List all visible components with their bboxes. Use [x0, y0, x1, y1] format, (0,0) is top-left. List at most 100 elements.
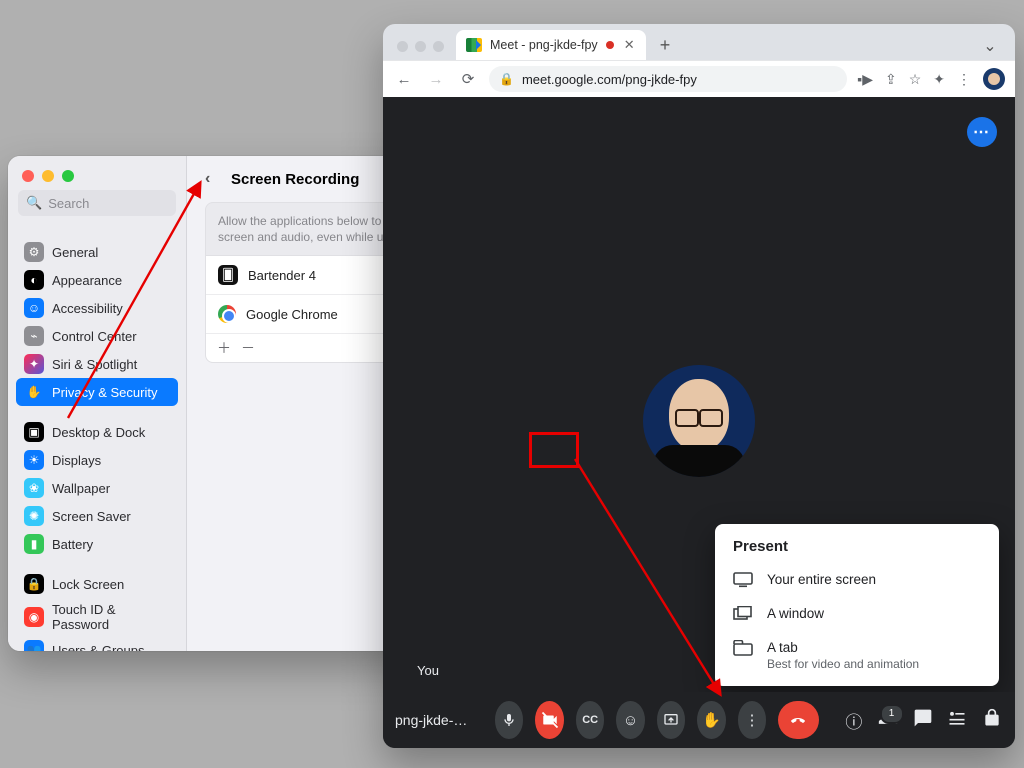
- tab-overflow-chevron-icon[interactable]: ⌄: [977, 36, 1003, 56]
- self-label: You: [417, 663, 439, 678]
- leave-call-button[interactable]: [778, 701, 818, 739]
- new-tab-button[interactable]: +: [652, 32, 678, 58]
- extensions-icon[interactable]: ✦: [933, 71, 945, 88]
- meet-favicon-icon: [466, 38, 482, 52]
- sidebar-item-label: Lock Screen: [52, 577, 124, 592]
- captions-button[interactable]: CC: [576, 701, 604, 739]
- sidebar-item-desktop-dock[interactable]: ▣Desktop & Dock: [16, 418, 178, 446]
- sidebar-item-users-groups[interactable]: 👥 Users & Groups: [16, 636, 178, 651]
- monitor-icon: [733, 572, 753, 588]
- activities-button[interactable]: [946, 708, 968, 733]
- settings-nav-list: ⚙︎General◐Appearance ☺ Accessibility ⌁Contr…: [8, 226, 186, 651]
- host-controls-button[interactable]: [980, 708, 1002, 733]
- close-tab-icon[interactable]: ✕: [624, 37, 635, 53]
- tab-strip: Meet - png-jkde-fpy ✕ + ⌄: [383, 24, 1015, 60]
- reactions-button[interactable]: ☺: [616, 701, 644, 739]
- sidebar-item-label: Privacy & Security: [52, 385, 157, 400]
- minimize-window[interactable]: [42, 170, 54, 182]
- sidebar-item-label: Touch ID & Password: [52, 602, 170, 632]
- more-options-pill[interactable]: ⋯: [967, 117, 997, 147]
- mic-toggle-button[interactable]: [495, 701, 523, 739]
- raise-hand-button[interactable]: ✋: [697, 701, 725, 739]
- present-option-label: A tab Best for video and animation: [767, 640, 919, 671]
- nav-forward-icon[interactable]: →: [425, 71, 447, 88]
- browser-tab[interactable]: Meet - png-jkde-fpy ✕: [456, 30, 646, 60]
- bartender-icon: 🂠: [218, 265, 238, 285]
- window-controls: [391, 41, 450, 60]
- nav-back-icon[interactable]: ←: [393, 71, 415, 88]
- sidebar-item-lock-screen[interactable]: 🔒 Lock Screen: [16, 570, 178, 598]
- settings-pane-title: Screen Recording: [231, 171, 359, 188]
- desktop-icon: ▣: [24, 422, 44, 442]
- back-chevron-icon[interactable]: ‹: [205, 170, 221, 188]
- users-icon: 👥: [24, 640, 44, 651]
- profile-avatar[interactable]: [983, 68, 1005, 90]
- control-icon: ⌁: [24, 326, 44, 346]
- wallpaper-icon: ❀: [24, 478, 44, 498]
- present-a-tab[interactable]: A tab Best for video and animation: [715, 631, 999, 680]
- sidebar-item-appearance[interactable]: ◐Appearance: [16, 266, 178, 294]
- close-window[interactable]: [397, 41, 408, 52]
- sidebar-item-accessibility[interactable]: ☺ Accessibility: [16, 294, 178, 322]
- sidebar-item-label: Battery: [52, 537, 93, 552]
- close-window[interactable]: [22, 170, 34, 182]
- address-bar[interactable]: 🔒 meet.google.com/png-jkde-fpy: [489, 66, 847, 92]
- chat-button[interactable]: [912, 708, 934, 733]
- displays-icon: ☀: [24, 450, 44, 470]
- meet-bottom-bar: png-jkde-… CC ☺ ✋ ⋮ ⓘ 1: [383, 692, 1015, 748]
- recording-indicator-icon: [606, 41, 614, 49]
- bookmark-icon[interactable]: ☆: [909, 71, 922, 88]
- chrome-menu-icon[interactable]: ⋮: [957, 71, 971, 88]
- sidebar-item-battery[interactable]: ▮ Battery: [16, 530, 178, 558]
- camera-toggle-button[interactable]: [535, 701, 563, 739]
- zoom-window[interactable]: [62, 170, 74, 182]
- self-video-avatar: [643, 365, 755, 477]
- share-icon[interactable]: ⇪: [885, 71, 897, 88]
- zoom-window[interactable]: [433, 41, 444, 52]
- settings-sidebar: 🔍 Search ⚙︎General◐Appearance ☺ Accessibil…: [8, 156, 187, 651]
- tab-title: Meet - png-jkde-fpy: [490, 38, 598, 52]
- window-controls: [8, 156, 186, 190]
- access-icon: ☺: [24, 298, 44, 318]
- camera-indicator-icon[interactable]: ▪▶: [857, 71, 873, 88]
- meeting-details-button[interactable]: ⓘ: [843, 708, 865, 733]
- general-icon: ⚙︎: [24, 242, 44, 262]
- sidebar-item-label: Screen Saver: [52, 509, 131, 524]
- present-entire-screen[interactable]: Your entire screen: [715, 563, 999, 597]
- present-a-window[interactable]: A window: [715, 597, 999, 631]
- sidebar-item-label: Users & Groups: [52, 643, 144, 652]
- present-screen-button[interactable]: [657, 701, 685, 739]
- search-placeholder: Search: [48, 196, 89, 211]
- sidebar-item-label: Siri & Spotlight: [52, 357, 137, 372]
- sidebar-item-privacy-security[interactable]: ✋Privacy & Security: [16, 378, 178, 406]
- sidebar-item-screen-saver[interactable]: ✺Screen Saver: [16, 502, 178, 530]
- sidebar-item-label: Accessibility: [52, 301, 123, 316]
- sidebar-item-general[interactable]: ⚙︎General: [16, 238, 178, 266]
- present-menu: Present Your entire screen A window A ta…: [715, 524, 999, 686]
- sidebar-item-siri-spotlight[interactable]: ✦Siri & Spotlight: [16, 350, 178, 378]
- sidebar-item-touch-id-password[interactable]: ◉ Touch ID & Password: [16, 598, 178, 636]
- chrome-window: Meet - png-jkde-fpy ✕ + ⌄ ← → ⟳ 🔒 meet.g…: [383, 24, 1015, 748]
- sidebar-item-control-center[interactable]: ⌁Control Center: [16, 322, 178, 350]
- minimize-window[interactable]: [415, 41, 426, 52]
- more-actions-button[interactable]: ⋮: [738, 701, 766, 739]
- chrome-icon: [218, 305, 236, 323]
- add-app-button[interactable]: ＋: [212, 338, 236, 358]
- present-title: Present: [715, 538, 999, 555]
- present-option-sub: Best for video and animation: [767, 657, 919, 671]
- meeting-id: png-jkde-…: [395, 712, 483, 728]
- remove-app-button[interactable]: －: [236, 338, 260, 358]
- sidebar-item-displays[interactable]: ☀Displays: [16, 446, 178, 474]
- meet-stage: ⋯ You Present Your entire screen A windo…: [383, 97, 1015, 748]
- search-icon: 🔍: [26, 195, 42, 211]
- settings-search[interactable]: 🔍 Search: [18, 190, 176, 216]
- people-button[interactable]: 1: [877, 708, 899, 733]
- touch-icon: ◉: [24, 607, 44, 627]
- sidebar-item-wallpaper[interactable]: ❀Wallpaper: [16, 474, 178, 502]
- lock-icon: 🔒: [499, 72, 514, 86]
- window-icon: [733, 606, 753, 622]
- battery-icon: ▮: [24, 534, 44, 554]
- lock-icon: 🔒: [24, 574, 44, 594]
- reload-icon[interactable]: ⟳: [457, 70, 479, 88]
- appearance-icon: ◐: [24, 270, 44, 290]
